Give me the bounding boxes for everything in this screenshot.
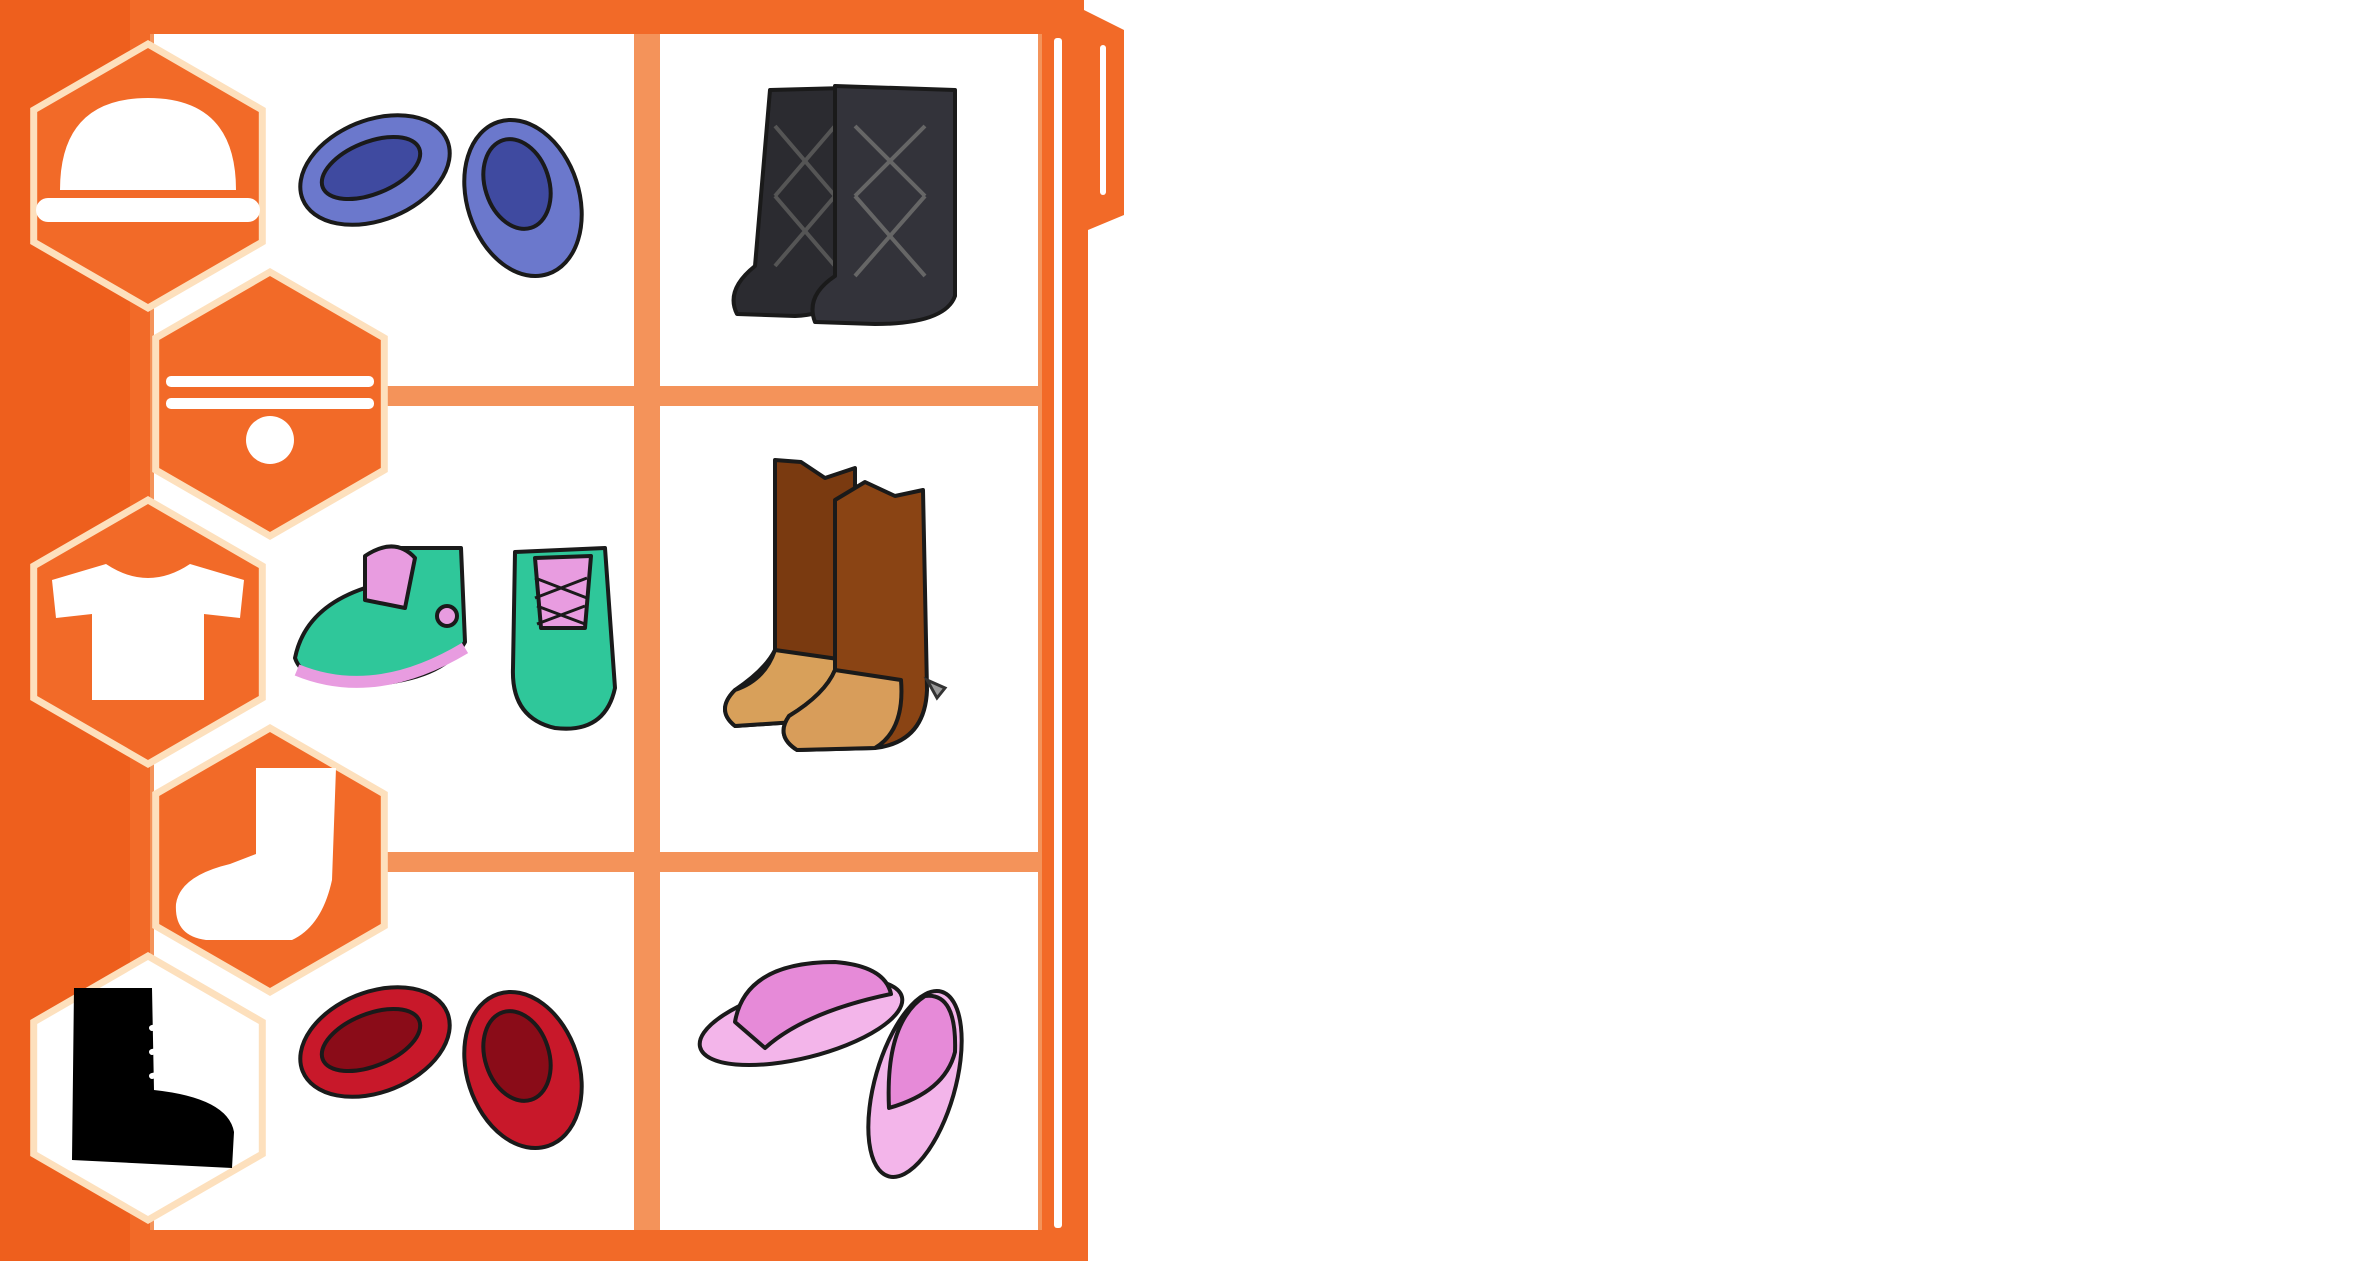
scrollbar-track[interactable] bbox=[1054, 38, 1062, 1228]
boot-right bbox=[810, 84, 957, 326]
scroll-tab-line bbox=[1100, 45, 1106, 195]
wardrobe-screen bbox=[0, 0, 2362, 1261]
wardrobe-panel bbox=[0, 0, 1124, 1261]
sneaker-right bbox=[510, 546, 617, 731]
black-boots-icon bbox=[731, 84, 957, 326]
